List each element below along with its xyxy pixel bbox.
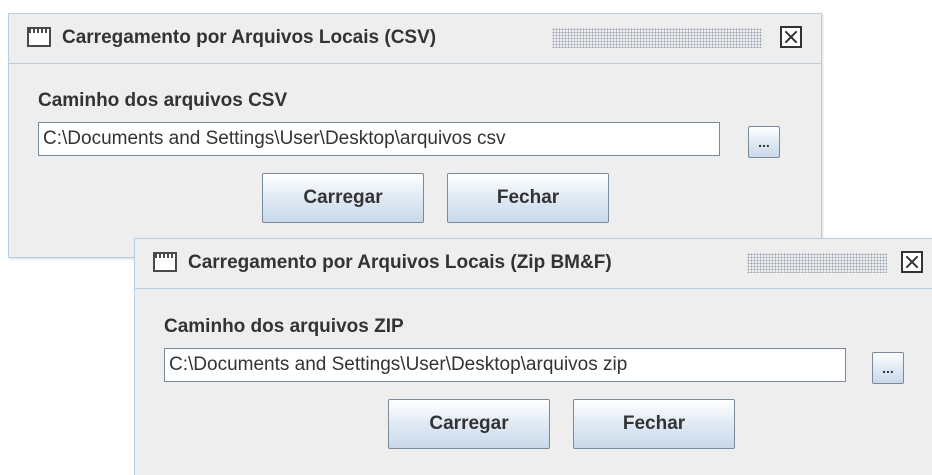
zip-close-button[interactable]: Fechar: [573, 399, 735, 449]
csv-dialog-close-icon[interactable]: [780, 26, 802, 48]
zip-load-button[interactable]: Carregar: [388, 399, 550, 449]
titlebar-grip: [552, 28, 762, 48]
zip-dialog-title: Carregamento por Arquivos Locais (Zip BM…: [188, 252, 612, 273]
zip-browse-button[interactable]: ...: [872, 352, 904, 384]
csv-close-button[interactable]: Fechar: [447, 173, 609, 223]
csv-load-button[interactable]: Carregar: [262, 173, 424, 223]
zip-path-label: Caminho dos arquivos ZIP: [164, 316, 404, 337]
csv-dialog-window: Carregamento por Arquivos Locais (CSV) C…: [8, 13, 822, 258]
window-icon: [27, 27, 51, 47]
zip-dialog-window: Carregamento por Arquivos Locais (Zip BM…: [134, 238, 932, 475]
zip-dialog-titlebar[interactable]: Carregamento por Arquivos Locais (Zip BM…: [135, 239, 932, 289]
csv-path-input[interactable]: [38, 122, 720, 156]
window-icon: [153, 252, 177, 272]
zip-path-input[interactable]: [164, 348, 846, 382]
csv-path-label: Caminho dos arquivos CSV: [38, 90, 288, 111]
csv-browse-button[interactable]: ...: [748, 126, 780, 158]
titlebar-grip: [747, 253, 887, 273]
csv-dialog-title: Carregamento por Arquivos Locais (CSV): [62, 27, 437, 48]
zip-dialog-close-icon[interactable]: [901, 251, 923, 273]
csv-dialog-titlebar[interactable]: Carregamento por Arquivos Locais (CSV): [9, 14, 821, 64]
